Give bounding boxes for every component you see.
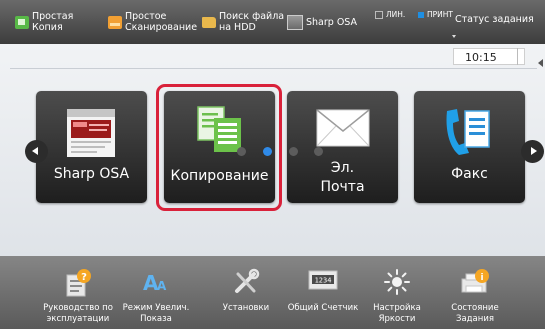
shortcut-hdd-file-search[interactable]: Поиск файла на HDD xyxy=(202,0,284,44)
svg-text:i: i xyxy=(480,273,483,283)
tile-sharp-osa[interactable]: Sharp OSA xyxy=(36,91,147,203)
settings-icon xyxy=(235,268,260,293)
copy-icon xyxy=(15,15,29,29)
tile-label: Факс xyxy=(451,166,488,182)
print-status-square-icon xyxy=(418,11,424,18)
manual-icon: ? xyxy=(66,269,91,297)
line-status-square-icon xyxy=(375,10,383,19)
main-area: 10:15 Sharp OSA Копирование Эл. Почта Фа… xyxy=(0,44,545,256)
svg-text:1234: 1234 xyxy=(315,277,332,285)
job-status-icon: i xyxy=(461,269,489,293)
job-status-button[interactable]: Статус задания xyxy=(455,14,534,25)
side-panel-arrow-icon[interactable] xyxy=(538,59,543,67)
next-page-button[interactable] xyxy=(521,140,544,163)
settings-button[interactable]: Установки xyxy=(216,256,276,329)
total-counter-button[interactable]: 1234 Общий Счетчик xyxy=(283,256,363,329)
svg-text:A: A xyxy=(157,279,167,293)
page-indicator-dot[interactable] xyxy=(237,147,246,156)
tile-fax[interactable]: Факс xyxy=(414,91,525,203)
shortcut-simple-copy[interactable]: Простая Копия xyxy=(15,0,73,44)
sharp-osa-icon xyxy=(67,109,115,157)
counter-icon: 1234 xyxy=(308,270,338,290)
line-status-indicator: ЛИН. xyxy=(375,10,405,19)
svg-text:?: ? xyxy=(81,272,87,283)
zoom-text-icon: A A xyxy=(143,271,167,294)
bottom-bar: ? Руководство по эксплуатации A A Режим У… xyxy=(0,256,545,329)
page-indicator-dot-active[interactable] xyxy=(263,147,272,156)
home-screen: Простая Копия Простое Сканирование Поиск ф… xyxy=(0,0,545,329)
scan-icon xyxy=(108,15,122,29)
clock: 10:15 xyxy=(453,48,525,65)
folder-icon xyxy=(202,16,216,28)
shortcut-simple-scan[interactable]: Простое Сканирование xyxy=(108,0,197,44)
brightness-setting-button[interactable]: Настройка Яркости xyxy=(363,256,431,329)
selection-highlight xyxy=(156,84,282,211)
tile-email[interactable]: Эл. Почта xyxy=(287,91,398,203)
job-status-bottom-button[interactable]: i Состояние Задания xyxy=(445,256,505,329)
button-label: Режим Увелич. Показа xyxy=(122,303,190,324)
dropdown-triangle-icon xyxy=(452,35,456,38)
top-bar: Простая Копия Простое Сканирование Поиск ф… xyxy=(0,0,545,44)
operation-manual-button[interactable]: ? Руководство по эксплуатации xyxy=(36,256,120,329)
tile-label: Эл. Почта xyxy=(320,160,365,195)
print-status-indicator: ПРИНТ xyxy=(418,10,453,19)
clock-divider xyxy=(517,48,518,65)
page-indicator-dot[interactable] xyxy=(289,147,298,156)
page-indicator-dot[interactable] xyxy=(314,147,323,156)
button-label: Настройка Яркости xyxy=(373,303,421,324)
zoom-display-mode-button[interactable]: A A Режим Увелич. Показа xyxy=(123,256,190,329)
fax-icon xyxy=(446,109,490,155)
button-label: Состояние Задания xyxy=(451,303,499,324)
previous-page-button[interactable] xyxy=(25,140,48,163)
osa-icon xyxy=(287,14,303,30)
envelope-icon xyxy=(316,109,370,147)
header-divider xyxy=(10,68,537,69)
brightness-icon xyxy=(384,269,410,295)
tile-label: Sharp OSA xyxy=(53,166,130,182)
shortcut-sharp-osa[interactable]: Sharp OSA xyxy=(287,0,357,44)
